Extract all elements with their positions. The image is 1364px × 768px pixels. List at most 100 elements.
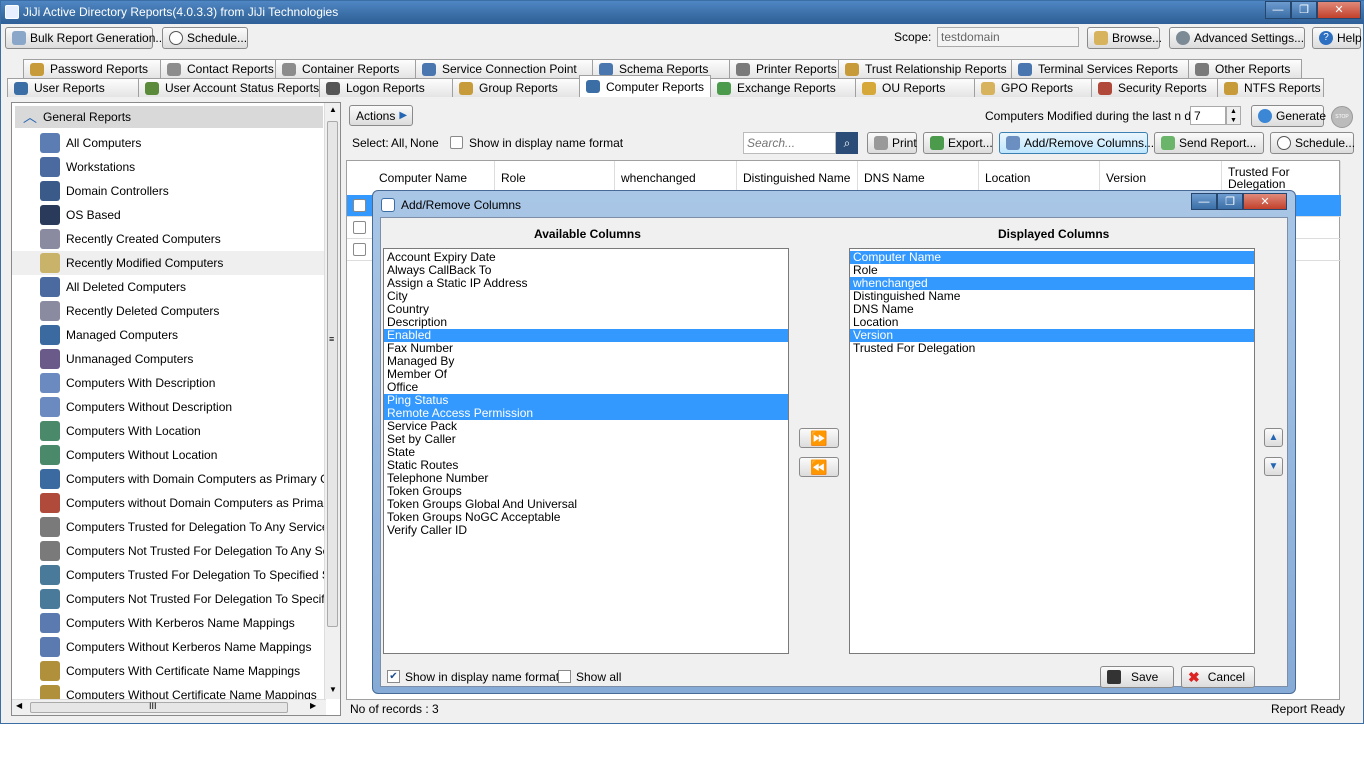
tab-terminal-services-reports[interactable]: Terminal Services Reports bbox=[1011, 59, 1189, 78]
tree-item-computers-without-domain-computers-as-primary-grou[interactable]: Computers without Domain Computers as Pr… bbox=[12, 491, 326, 515]
row-checkbox[interactable] bbox=[353, 199, 366, 212]
search-icon[interactable]: ⌕ bbox=[836, 132, 858, 154]
tab-exchange-reports[interactable]: Exchange Reports bbox=[710, 78, 856, 97]
tab-printer-reports[interactable]: Printer Reports bbox=[729, 59, 839, 78]
print-button[interactable]: Print bbox=[867, 132, 917, 154]
row-checkbox[interactable] bbox=[353, 221, 366, 234]
dialog-minimize-button[interactable]: — bbox=[1191, 193, 1217, 210]
displayed-columns-list[interactable]: Computer Name Role whenchanged Distinguishe… bbox=[849, 248, 1255, 654]
browse-button[interactable]: Browse... bbox=[1087, 27, 1162, 49]
tree-item-computers-with-domain-computers-as-primary-group[interactable]: Computers with Domain Computers as Prima… bbox=[12, 467, 326, 491]
send-report-button[interactable]: Send Report... bbox=[1154, 132, 1264, 154]
dialog-maximize-button[interactable]: ❐ bbox=[1217, 193, 1243, 210]
export-button[interactable]: Export... bbox=[923, 132, 993, 154]
tree-item-computers-with-location[interactable]: Computers With Location bbox=[12, 419, 326, 443]
tree-item-computers-with-kerberos-name-mappings[interactable]: Computers With Kerberos Name Mappings bbox=[12, 611, 326, 635]
stop-button[interactable]: STOP bbox=[1331, 106, 1353, 128]
tree-item-recently-modified-computers[interactable]: Recently Modified Computers bbox=[12, 251, 326, 275]
display-name-checkbox[interactable] bbox=[450, 136, 463, 149]
days-spinner[interactable]: ▲ ▼ bbox=[1226, 106, 1241, 125]
tab-group-reports[interactable]: Group Reports bbox=[452, 78, 580, 97]
move-down-button[interactable]: ▼ bbox=[1264, 457, 1283, 476]
tab-gpo-reports[interactable]: GPO Reports bbox=[974, 78, 1092, 97]
tree-item-computers-without-description[interactable]: Computers Without Description bbox=[12, 395, 326, 419]
tab-computer-reports[interactable]: Computer Reports bbox=[579, 75, 711, 97]
displayed-column-item[interactable]: Trusted For Delegation bbox=[850, 342, 1254, 355]
tab-ou-reports[interactable]: OU Reports bbox=[855, 78, 975, 97]
tree-item-computers-not-trusted-for-delegation-to-specified-s[interactable]: Computers Not Trusted For Delegation To … bbox=[12, 587, 326, 611]
tree-item-computers-trusted-for-delegation-to-any-service[interactable]: Computers Trusted for Delegation To Any … bbox=[12, 515, 326, 539]
tab-other-reports[interactable]: Other Reports bbox=[1188, 59, 1302, 78]
save-button[interactable]: Save bbox=[1100, 666, 1174, 688]
show-all-checkbox[interactable] bbox=[558, 670, 571, 683]
scroll-up-icon[interactable]: ▲ bbox=[329, 105, 337, 114]
tree-item-computers-with-description[interactable]: Computers With Description bbox=[12, 371, 326, 395]
cancel-button[interactable]: ✖ Cancel bbox=[1181, 666, 1255, 688]
add-remove-columns-button[interactable]: Add/Remove Columns... bbox=[999, 132, 1154, 154]
displayed-column-item[interactable]: Computer Name bbox=[850, 251, 1254, 264]
tree-item-domain-controllers[interactable]: Domain Controllers bbox=[12, 179, 326, 203]
tree-item-computers-not-trusted-for-delegation-to-any-service[interactable]: Computers Not Trusted For Delegation To … bbox=[12, 539, 326, 563]
scroll-left-icon[interactable]: ◀ bbox=[16, 701, 22, 710]
tab-password-reports[interactable]: Password Reports bbox=[23, 59, 161, 78]
tree-item-workstations[interactable]: Workstations bbox=[12, 155, 326, 179]
bulk-report-button[interactable]: Bulk Report Generation... bbox=[5, 27, 165, 49]
tab-container-reports[interactable]: Container Reports bbox=[275, 59, 416, 78]
generate-button[interactable]: Generate bbox=[1251, 105, 1326, 127]
tree-item-computers-without-location[interactable]: Computers Without Location bbox=[12, 443, 326, 467]
available-column-item[interactable]: Member Of bbox=[384, 368, 788, 381]
move-right-button[interactable]: ⏩ bbox=[799, 428, 839, 448]
help-button[interactable]: ? Help bbox=[1312, 27, 1362, 49]
schedule-button[interactable]: Schedule... bbox=[162, 27, 248, 49]
tree-item-managed-computers[interactable]: Managed Computers bbox=[12, 323, 326, 347]
tab-service-connection-point[interactable]: Service Connection Point bbox=[415, 59, 593, 78]
tab-contact-reports[interactable]: Contact Reports bbox=[160, 59, 276, 78]
available-column-item[interactable]: Description bbox=[384, 316, 788, 329]
select-none-link[interactable]: None bbox=[410, 136, 439, 150]
show-display-name-checkbox[interactable]: ✔ bbox=[387, 670, 400, 683]
close-button[interactable]: ✕ bbox=[1317, 1, 1361, 19]
actions-button[interactable]: Actions ▶ bbox=[349, 105, 413, 126]
tab-logon-reports[interactable]: Logon Reports bbox=[319, 78, 453, 97]
available-columns-list[interactable]: Account Expiry Date Always CallBack To Ass… bbox=[383, 248, 789, 654]
scope-input[interactable] bbox=[937, 27, 1079, 47]
maximize-button[interactable]: ❐ bbox=[1291, 1, 1317, 19]
tree-item-all-computers[interactable]: All Computers bbox=[12, 131, 326, 155]
available-column-item[interactable]: Verify Caller ID bbox=[384, 524, 788, 537]
report-schedule-button[interactable]: Schedule... bbox=[1270, 132, 1355, 154]
tab-security-reports[interactable]: Security Reports bbox=[1091, 78, 1218, 97]
tree-vscroll-thumb[interactable]: ≡ bbox=[327, 121, 338, 627]
row-checkbox[interactable] bbox=[353, 243, 366, 256]
tree-hscroll-thumb[interactable]: III bbox=[30, 701, 288, 713]
tree-item-computers-without-kerberos-name-mappings[interactable]: Computers Without Kerberos Name Mappings bbox=[12, 635, 326, 659]
tree-item-unmanaged-computers[interactable]: Unmanaged Computers bbox=[12, 347, 326, 371]
scroll-down-icon[interactable]: ▼ bbox=[329, 685, 337, 694]
move-left-button[interactable]: ⏪ bbox=[799, 457, 839, 477]
tree-item-os-based[interactable]: OS Based bbox=[12, 203, 326, 227]
displayed-column-item[interactable]: DNS Name bbox=[850, 303, 1254, 316]
scroll-right-icon[interactable]: ▶ bbox=[310, 701, 316, 710]
displayed-column-item[interactable]: Location bbox=[850, 316, 1254, 329]
tree-item-computers-trusted-for-delegation-to-specified-servic[interactable]: Computers Trusted For Delegation To Spec… bbox=[12, 563, 326, 587]
available-column-item[interactable]: Assign a Static IP Address bbox=[384, 277, 788, 290]
move-up-button[interactable]: ▲ bbox=[1264, 428, 1283, 447]
select-all-link[interactable]: All, bbox=[391, 136, 408, 150]
search-input[interactable] bbox=[743, 132, 836, 154]
tree-item-computers-with-certificate-name-mappings[interactable]: Computers With Certificate Name Mappings bbox=[12, 659, 326, 683]
tree-item-recently-created-computers[interactable]: Recently Created Computers bbox=[12, 227, 326, 251]
available-column-item[interactable]: City bbox=[384, 290, 788, 303]
minimize-button[interactable]: — bbox=[1265, 1, 1291, 19]
tree-group-header[interactable]: ︿ General Reports bbox=[15, 106, 323, 128]
tab-user-reports[interactable]: User Reports bbox=[7, 78, 139, 97]
tab-ntfs-reports[interactable]: NTFS Reports bbox=[1217, 78, 1324, 97]
days-input[interactable] bbox=[1190, 106, 1226, 125]
tree-item-all-deleted-computers[interactable]: All Deleted Computers bbox=[12, 275, 326, 299]
tab-trust-relationship-reports[interactable]: Trust Relationship Reports bbox=[838, 59, 1012, 78]
tree-vertical-scrollbar[interactable]: ▲ ≡ ▼ bbox=[324, 103, 340, 699]
advanced-settings-button[interactable]: Advanced Settings... bbox=[1169, 27, 1305, 49]
tree-item-recently-deleted-computers[interactable]: Recently Deleted Computers bbox=[12, 299, 326, 323]
tree-horizontal-scrollbar[interactable]: ◀ III ▶ bbox=[12, 699, 326, 715]
dialog-close-button[interactable]: ✕ bbox=[1243, 193, 1287, 210]
available-column-item[interactable]: Set by Caller bbox=[384, 433, 788, 446]
tab-user-account-status-reports[interactable]: User Account Status Reports bbox=[138, 78, 320, 97]
